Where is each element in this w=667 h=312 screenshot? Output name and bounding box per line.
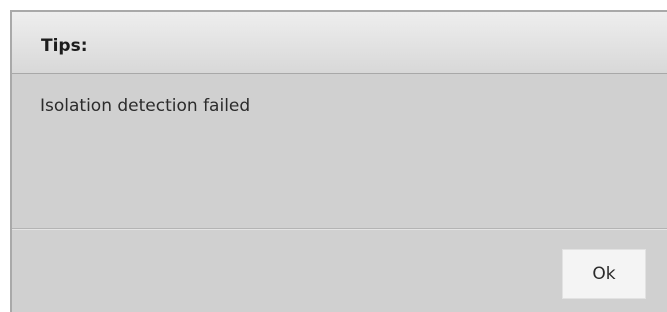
ok-button[interactable]: Ok bbox=[562, 249, 646, 299]
tips-dialog: Tips: Isolation detection failed Ok bbox=[10, 10, 667, 312]
dialog-titlebar: Tips: bbox=[12, 12, 667, 74]
dialog-body: Isolation detection failed bbox=[12, 74, 667, 228]
dialog-footer: Ok bbox=[12, 228, 667, 312]
dialog-message: Isolation detection failed bbox=[40, 96, 251, 116]
dialog-title: Tips: bbox=[41, 36, 88, 56]
